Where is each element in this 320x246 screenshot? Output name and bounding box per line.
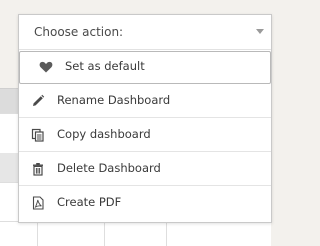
menu-item-set-default[interactable]: Set as default xyxy=(19,51,271,84)
chevron-down-icon[interactable] xyxy=(256,29,264,34)
menu-item-copy-dashboard[interactable]: Copy dashboard xyxy=(19,118,271,152)
menu-item-label: Rename Dashboard xyxy=(57,93,171,107)
menu-item-label: Set as default xyxy=(65,59,145,73)
pdf-icon xyxy=(31,195,45,210)
page-margin xyxy=(271,0,289,246)
menu-item-delete-dashboard[interactable]: Delete Dashboard xyxy=(19,152,271,186)
pencil-icon xyxy=(31,93,45,107)
menu-item-label: Delete Dashboard xyxy=(57,161,161,175)
background-cell xyxy=(0,153,19,182)
action-select[interactable]: Choose action: xyxy=(19,15,271,50)
menu-item-create-pdf[interactable]: Create PDF xyxy=(19,186,271,220)
action-menu: Set as default Rename Dashboard Copy das… xyxy=(19,50,271,220)
trash-icon xyxy=(31,161,45,176)
copy-icon xyxy=(31,127,45,142)
heart-icon xyxy=(39,59,53,73)
menu-item-label: Create PDF xyxy=(57,195,122,209)
menu-item-label: Copy dashboard xyxy=(57,127,151,141)
action-dropdown[interactable]: Choose action: Set as default Rename Das… xyxy=(18,14,272,223)
select-placeholder: Choose action: xyxy=(34,25,124,39)
page-background-bottom xyxy=(0,222,289,224)
menu-item-rename-dashboard[interactable]: Rename Dashboard xyxy=(19,84,271,118)
